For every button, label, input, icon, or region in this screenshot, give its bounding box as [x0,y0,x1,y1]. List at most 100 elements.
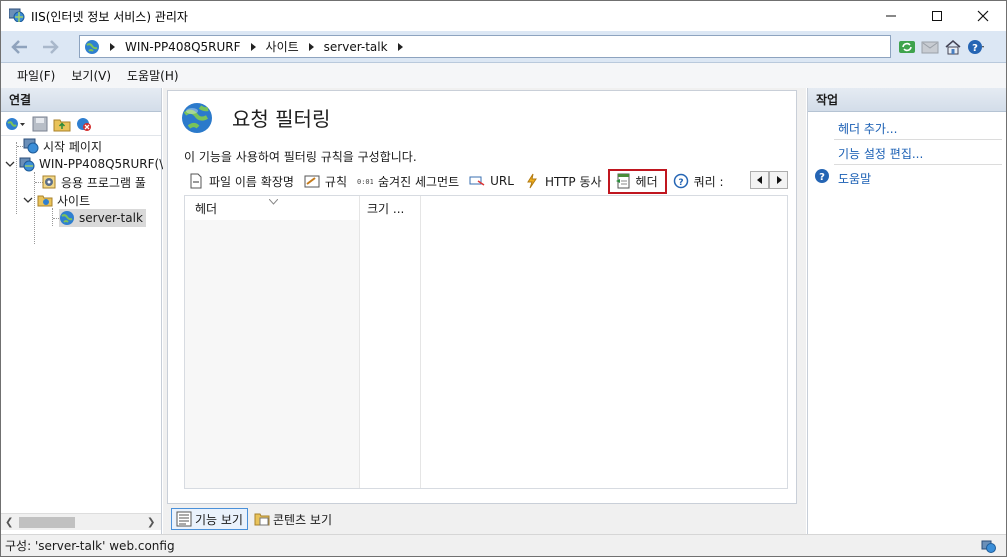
breadcrumb-sites[interactable]: 사이트 [266,38,299,55]
tree-label: 응용 프로그램 풀 [61,175,146,190]
crumb-arrow-icon [110,42,115,51]
scroll-left-icon[interactable]: ❮ [5,517,13,528]
filter-tab-strip: 파일 이름 확장명 규칙 0:01 숨겨진 세그먼트 URL HTTP 동사 헤… [184,168,788,194]
features-view-icon [176,511,192,527]
crumb-arrow-icon [397,42,403,51]
svg-text:0:01: 0:01 [357,178,373,186]
iis-app-icon [8,8,25,23]
file-extension-icon [188,173,204,189]
tab-hidden-segments[interactable]: 0:01 숨겨진 세그먼트 [353,170,463,192]
tab-label: 기능 보기 [195,512,243,527]
tree-label: server-talk [79,211,143,225]
stop-icon[interactable] [920,38,939,56]
column-header-label: 크기 ... [367,201,405,216]
save-icon[interactable] [31,116,49,132]
size-column-body [361,220,421,488]
tab-label: 규칙 [324,174,348,189]
tab-http-verbs[interactable]: HTTP 동사 [520,170,606,192]
sites-folder-icon [37,192,53,208]
tab-file-extensions[interactable]: 파일 이름 확장명 [184,170,298,192]
connections-header: 연결 [1,88,161,112]
view-switcher: 기능 보기 콘텐츠 보기 [171,507,338,531]
tab-label: URL [490,174,514,188]
tree-label: 사이트 [57,193,91,208]
action-divider [834,139,1002,140]
tree-server[interactable]: WIN-PP408Q5RURF(\ [5,155,163,173]
tab-label: 콘텐츠 보기 [272,512,332,527]
help-link[interactable]: 도움말 [838,170,871,187]
collapse-chevron-icon[interactable] [23,195,37,205]
tab-url[interactable]: URL [465,170,518,192]
address-field[interactable]: WIN-PP408Q5RURF 사이트 server-talk [79,35,891,58]
tab-rules[interactable]: 규칙 [300,170,351,192]
collapse-chevron-icon[interactable] [5,159,19,169]
breadcrumb-site[interactable]: server-talk [324,40,388,54]
tree-start-page[interactable]: 시작 페이지 [23,137,102,155]
tree-label: 시작 페이지 [43,139,103,154]
tab-label: 파일 이름 확장명 [209,174,294,189]
tab-query-strings[interactable]: ? 쿼리 : [669,170,728,192]
menu-bar: 파일(F) 보기(V) 도움말(H) [1,63,1006,88]
tab-scroll-right-button[interactable] [769,171,788,189]
edit-feature-settings-link[interactable]: 기능 설정 편집... [838,145,923,162]
connect-icon[interactable] [5,116,27,132]
network-status-icon [981,538,997,554]
tree-site-server-talk[interactable]: server-talk [59,209,146,227]
address-bar: WIN-PP408Q5RURF 사이트 server-talk ? [1,31,1006,63]
app-pool-icon [41,174,57,190]
rules-icon [304,173,320,189]
breadcrumb-server[interactable]: WIN-PP408Q5RURF [125,40,241,54]
crumb-arrow-icon [308,42,314,51]
svg-text:?: ? [819,172,825,183]
hidden-segment-icon: 0:01 [357,173,373,189]
home-icon[interactable] [943,38,962,56]
page-description: 이 기능을 사용하여 필터링 규칙을 구성합니다. [184,150,417,164]
menu-view[interactable]: 보기(V) [63,67,119,84]
server-icon [19,156,35,172]
scroll-thumb[interactable] [19,517,75,528]
url-icon [469,173,485,189]
minimize-button[interactable] [868,1,914,31]
features-view-tab[interactable]: 기능 보기 [171,508,248,530]
connections-panel: 연결 시작 페이지 WIN-PP408Q5RURF(\ 응용 프로그램 풀 사이… [1,88,163,534]
scroll-right-icon[interactable]: ❯ [147,517,155,528]
title-bar: IIS(인터넷 정보 서비스) 관리자 [1,1,1006,31]
tab-label: 숨겨진 세그먼트 [378,174,460,189]
horizontal-scrollbar[interactable]: ❮ ❯ [1,513,161,530]
start-page-icon [23,138,39,154]
help-icon[interactable]: ? [966,38,985,56]
menu-file[interactable]: 파일(F) [9,67,63,84]
refresh-icon[interactable] [897,38,916,56]
back-button[interactable] [7,36,33,58]
tree-sites[interactable]: 사이트 [23,191,90,209]
status-text: 구성: 'server-talk' web.config [5,539,175,553]
window-title: IIS(인터넷 정보 서비스) 관리자 [31,10,188,24]
iis-manager-window: IIS(인터넷 정보 서비스) 관리자 WIN-PP408Q5RURF 사이트 [0,0,1007,557]
menu-help[interactable]: 도움말(H) [119,67,187,84]
headers-grid: 헤더 크기 ... [184,195,788,489]
column-header-label: 헤더 [195,201,218,216]
tab-scroll-left-button[interactable] [750,171,769,189]
page-title: 요청 필터링 [232,107,331,131]
column-header-size[interactable]: 크기 ... [361,196,421,220]
disconnect-icon[interactable] [75,116,93,132]
content-view-icon [254,511,270,527]
add-header-link[interactable]: 헤더 추가... [838,120,897,137]
address-toolbar: ? [897,37,985,57]
close-button[interactable] [960,1,1006,31]
content-view-tab[interactable]: 콘텐츠 보기 [250,508,336,530]
maximize-button[interactable] [914,1,960,31]
tab-scroll-buttons [750,171,788,189]
globe-icon [84,39,100,55]
tree-app-pools[interactable]: 응용 프로그램 풀 [41,173,146,191]
forward-button[interactable] [37,36,63,58]
up-folder-icon[interactable] [53,116,71,132]
actions-header: 작업 [808,88,1006,112]
headers-icon [615,173,631,189]
crumb-arrow-icon [250,42,256,51]
tab-label: 쿼리 : [693,174,724,189]
column-header-header[interactable]: 헤더 [185,196,360,220]
tab-headers[interactable]: 헤더 [607,168,667,194]
actions-panel: 작업 헤더 추가... 기능 설정 편집... ? 도움말 [807,88,1006,534]
svg-text:?: ? [972,43,978,54]
